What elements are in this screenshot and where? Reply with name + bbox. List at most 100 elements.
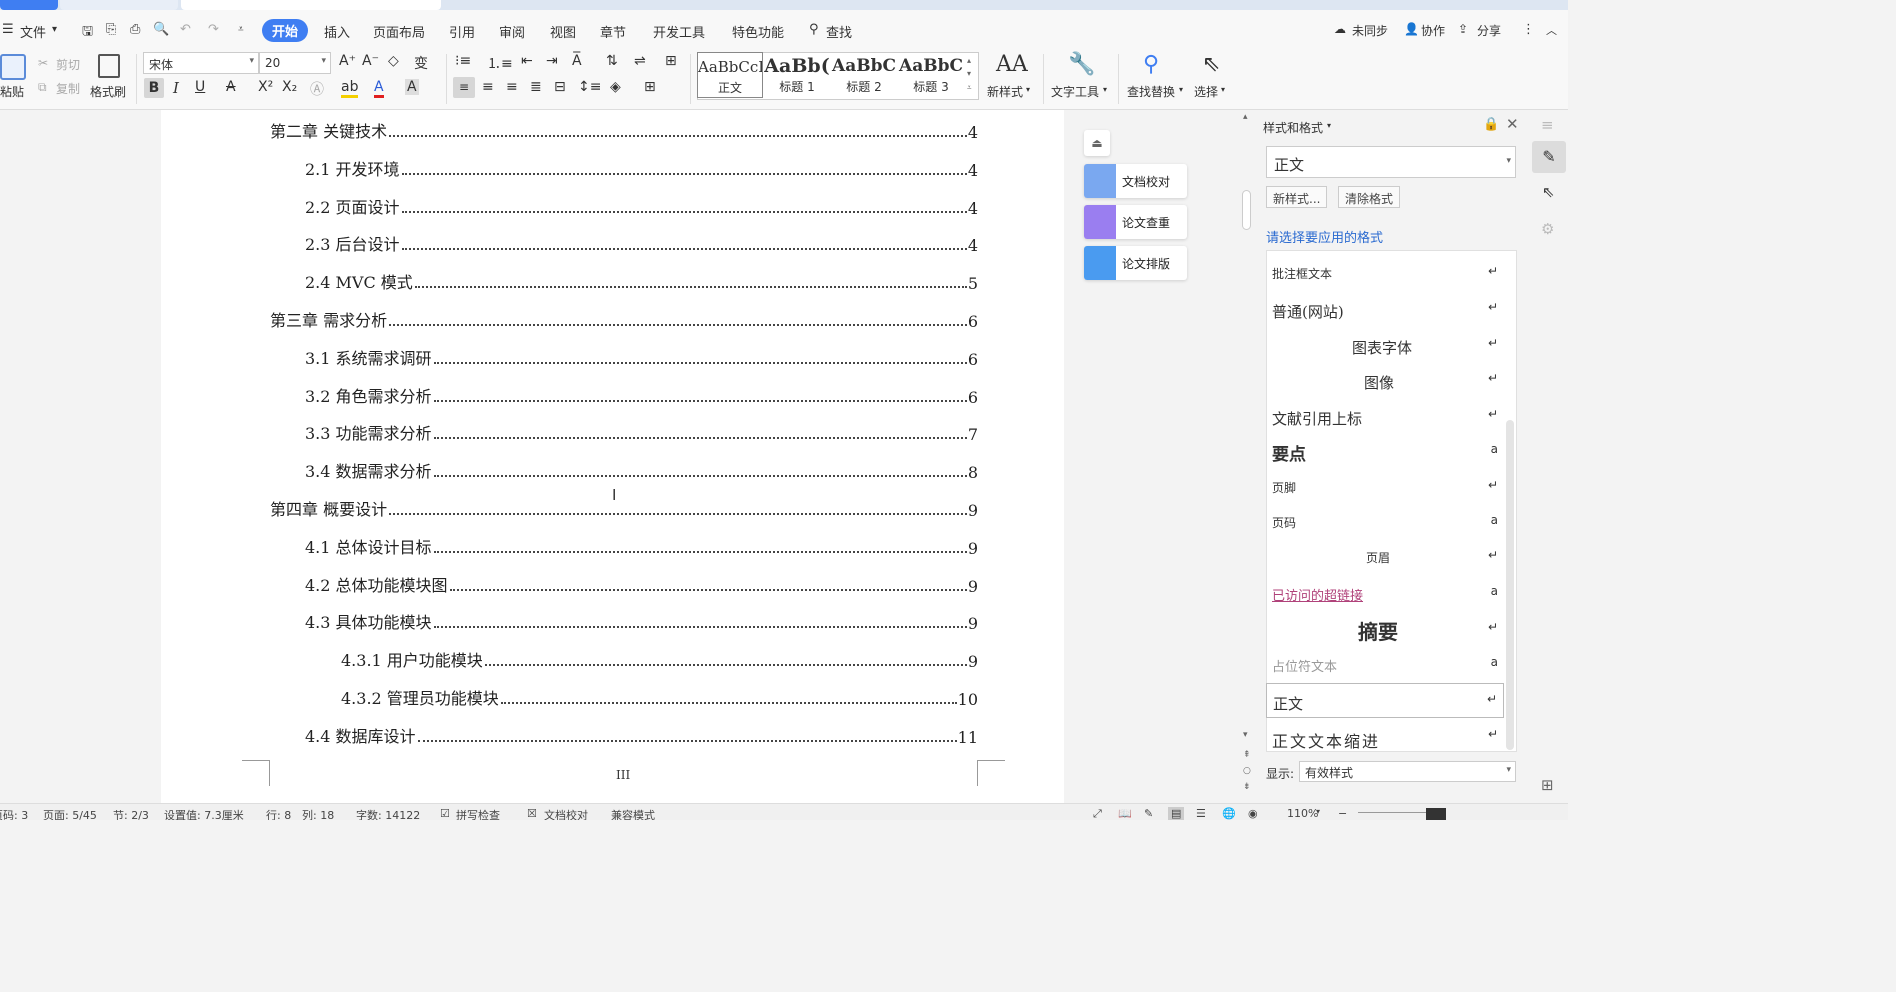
edit-mode-icon[interactable]: ✎ (1144, 807, 1153, 820)
vertical-scrollbar[interactable]: ▴ ▾ ⇞ ○ ⇟ (1240, 110, 1254, 803)
page-view-icon[interactable]: ▤ (1168, 807, 1185, 820)
gallery-expand-icon[interactable]: ⩡ (967, 83, 972, 93)
outline-view-icon[interactable]: ☰ (1196, 807, 1206, 820)
chevron-down-icon[interactable]: ▾ (52, 24, 57, 35)
style-list-item[interactable]: 摘要 ↵ (1266, 612, 1504, 647)
italic-icon[interactable]: I (173, 79, 179, 97)
pen-icon[interactable]: ✎ (1532, 141, 1566, 173)
doc-proofread-button[interactable]: 文档校对 (1084, 164, 1187, 198)
status-page-code[interactable]: 页码: 3 (0, 807, 28, 820)
web-view-icon[interactable]: 🌐 (1222, 807, 1236, 820)
toc-entry[interactable]: 第四章 概要设计 9 (270, 498, 978, 520)
font-color-icon[interactable]: A (374, 79, 384, 98)
status-section[interactable]: 节: 2/3 (113, 807, 149, 820)
tab-document[interactable] (181, 0, 441, 10)
paragraph-spacing-icon[interactable]: ⇌ (634, 53, 646, 69)
style-list-item[interactable]: 正文文本缩进 ↵ (1266, 719, 1504, 754)
new-style-panel-button[interactable]: 新样式... (1266, 186, 1328, 208)
collab-button[interactable]: 协作 (1421, 22, 1445, 39)
style-list-item[interactable]: 页眉 ↵ (1266, 540, 1504, 575)
borders-icon[interactable]: ⊞ (644, 79, 656, 95)
align-left-icon[interactable]: ≡ (453, 77, 475, 98)
numbering-icon[interactable]: ⒈≡ (487, 53, 513, 73)
read-mode-icon[interactable]: 📖 (1118, 807, 1132, 820)
toc-entry[interactable]: 3.3 功能需求分析 7 (305, 422, 978, 444)
style-list-item[interactable]: 要点 a (1266, 434, 1504, 469)
lock-icon[interactable]: 🔒 (1483, 117, 1499, 132)
tab-page-layout[interactable]: 页面布局 (373, 22, 425, 41)
font-size-select[interactable]: 20 ▾ (259, 52, 331, 74)
style-list-item[interactable]: 已访问的超链接 a (1266, 576, 1504, 611)
chinese-layout-icon[interactable]: A̅ (572, 53, 582, 69)
eraser-icon[interactable]: ◇ (388, 53, 399, 69)
proofread-status-icon[interactable]: ☒ (527, 807, 537, 820)
style-list-item[interactable]: 批注框文本 ↵ (1266, 256, 1504, 291)
chevron-down-icon[interactable]: ▾ (1103, 85, 1107, 94)
menu-lines-icon[interactable]: ≡ (1541, 116, 1554, 134)
collapse-ribbon-icon[interactable]: ︿ (1546, 22, 1557, 38)
font-name-select[interactable]: 宋体 ▾ (143, 52, 259, 74)
show-filter-select[interactable]: 有效样式 ▾ (1299, 761, 1516, 782)
tab-home[interactable] (0, 0, 58, 10)
scroll-up-icon[interactable]: ▴ (1243, 112, 1248, 122)
tab-view[interactable]: 视图 (550, 22, 576, 41)
more-icon[interactable]: ⋮ (1522, 22, 1535, 37)
thesis-format-button[interactable]: 论文排版 (1084, 246, 1187, 280)
toc-entry[interactable]: 2.3 后台设计 4 (305, 233, 978, 255)
status-spellcheck[interactable]: 拼写检查 (456, 807, 500, 820)
tab-insert[interactable]: 插入 (324, 22, 350, 41)
sync-status[interactable]: 未同步 (1352, 22, 1388, 39)
cursor-select-icon[interactable]: ⇖ (1542, 183, 1555, 201)
magnifier-icon[interactable]: ⚲ (1143, 52, 1159, 77)
find-replace-button[interactable]: 查找替换 (1127, 83, 1175, 100)
current-style-select[interactable]: 正文 ▾ (1266, 146, 1516, 178)
style-normal[interactable]: AaBbCcI 正文 (697, 52, 763, 98)
undo-icon[interactable]: ↶ (180, 22, 191, 37)
zoom-out-icon[interactable]: − (1338, 807, 1347, 820)
document-page[interactable]: 第二章 关键技术 4 2.1 开发环境 4 2.2 页面设计 4 2.3 后台设计 4 2.4 … (161, 110, 1064, 803)
status-proofread[interactable]: 文档校对 (544, 807, 588, 820)
quick-access-more-icon[interactable]: ⩡ (238, 24, 244, 35)
cut-button[interactable]: 剪切 (56, 56, 80, 73)
chevron-down-icon[interactable]: ▾ (1026, 85, 1030, 94)
grow-font-icon[interactable]: A⁺ (339, 53, 356, 69)
scissors-icon[interactable]: ✂ (38, 56, 48, 70)
align-right-icon[interactable]: ≡ (506, 79, 518, 95)
tab-references[interactable]: 引用 (449, 22, 475, 41)
chevron-down-icon[interactable]: ▾ (1327, 121, 1331, 130)
paste-icon[interactable] (0, 54, 26, 80)
decrease-indent-icon[interactable]: ⇤ (521, 53, 533, 69)
toc-entry[interactable]: 2.1 开发环境 4 (305, 158, 978, 180)
style-list-item[interactable]: 占位符文本 a (1266, 647, 1504, 682)
toc-entry[interactable]: 4.2 总体功能模块图 9 (305, 574, 978, 596)
toc-entry[interactable]: 4.1 总体设计目标 9 (305, 536, 978, 558)
line-spacing-icon[interactable]: ↕≡ (578, 79, 601, 95)
search-icon[interactable]: ⚲ (809, 22, 819, 37)
style-list-item[interactable]: 页脚 ↵ (1266, 470, 1504, 505)
tab-find[interactable]: 查找 (826, 22, 852, 41)
sort-icon[interactable]: ⇅ (606, 53, 618, 69)
grid-icon[interactable]: ⊞ (1541, 776, 1554, 794)
chevron-down-icon[interactable]: ▾ (1179, 85, 1183, 94)
style-heading-2[interactable]: AaBbC 标题 2 (831, 52, 897, 98)
tab-docer[interactable] (60, 0, 178, 10)
toc-entry[interactable]: 4.3.2 管理员功能模块 10 (341, 687, 978, 709)
tab-chapter[interactable]: 章节 (600, 22, 626, 41)
phonetic-icon[interactable]: 变 (414, 53, 428, 73)
gallery-scroll-down-icon[interactable]: ▾ (967, 69, 971, 78)
toc-entry[interactable]: 4.3.1 用户功能模块 9 (341, 649, 978, 671)
status-page[interactable]: 页面: 5/45 (43, 807, 97, 820)
format-painter-button[interactable]: 格式刷 (90, 83, 126, 100)
copy-button[interactable]: 复制 (56, 80, 80, 97)
export-icon[interactable]: ⎘ (106, 22, 116, 37)
style-list-item[interactable]: 图像 ↵ (1266, 363, 1504, 398)
next-page-icon[interactable]: ⇟ (1243, 782, 1251, 792)
ime-indicator[interactable] (1426, 808, 1446, 820)
format-painter-icon[interactable] (98, 54, 120, 78)
text-effect-icon[interactable]: Ⓐ (310, 79, 324, 99)
file-menu[interactable]: 文件 (20, 22, 46, 41)
justify-icon[interactable]: ≣ (530, 79, 542, 95)
style-list-item[interactable]: 正文 ↵ (1266, 683, 1504, 718)
status-setting[interactable]: 设置值: 7.3厘米 (164, 807, 244, 820)
zoom-level[interactable]: 110% (1287, 807, 1318, 820)
